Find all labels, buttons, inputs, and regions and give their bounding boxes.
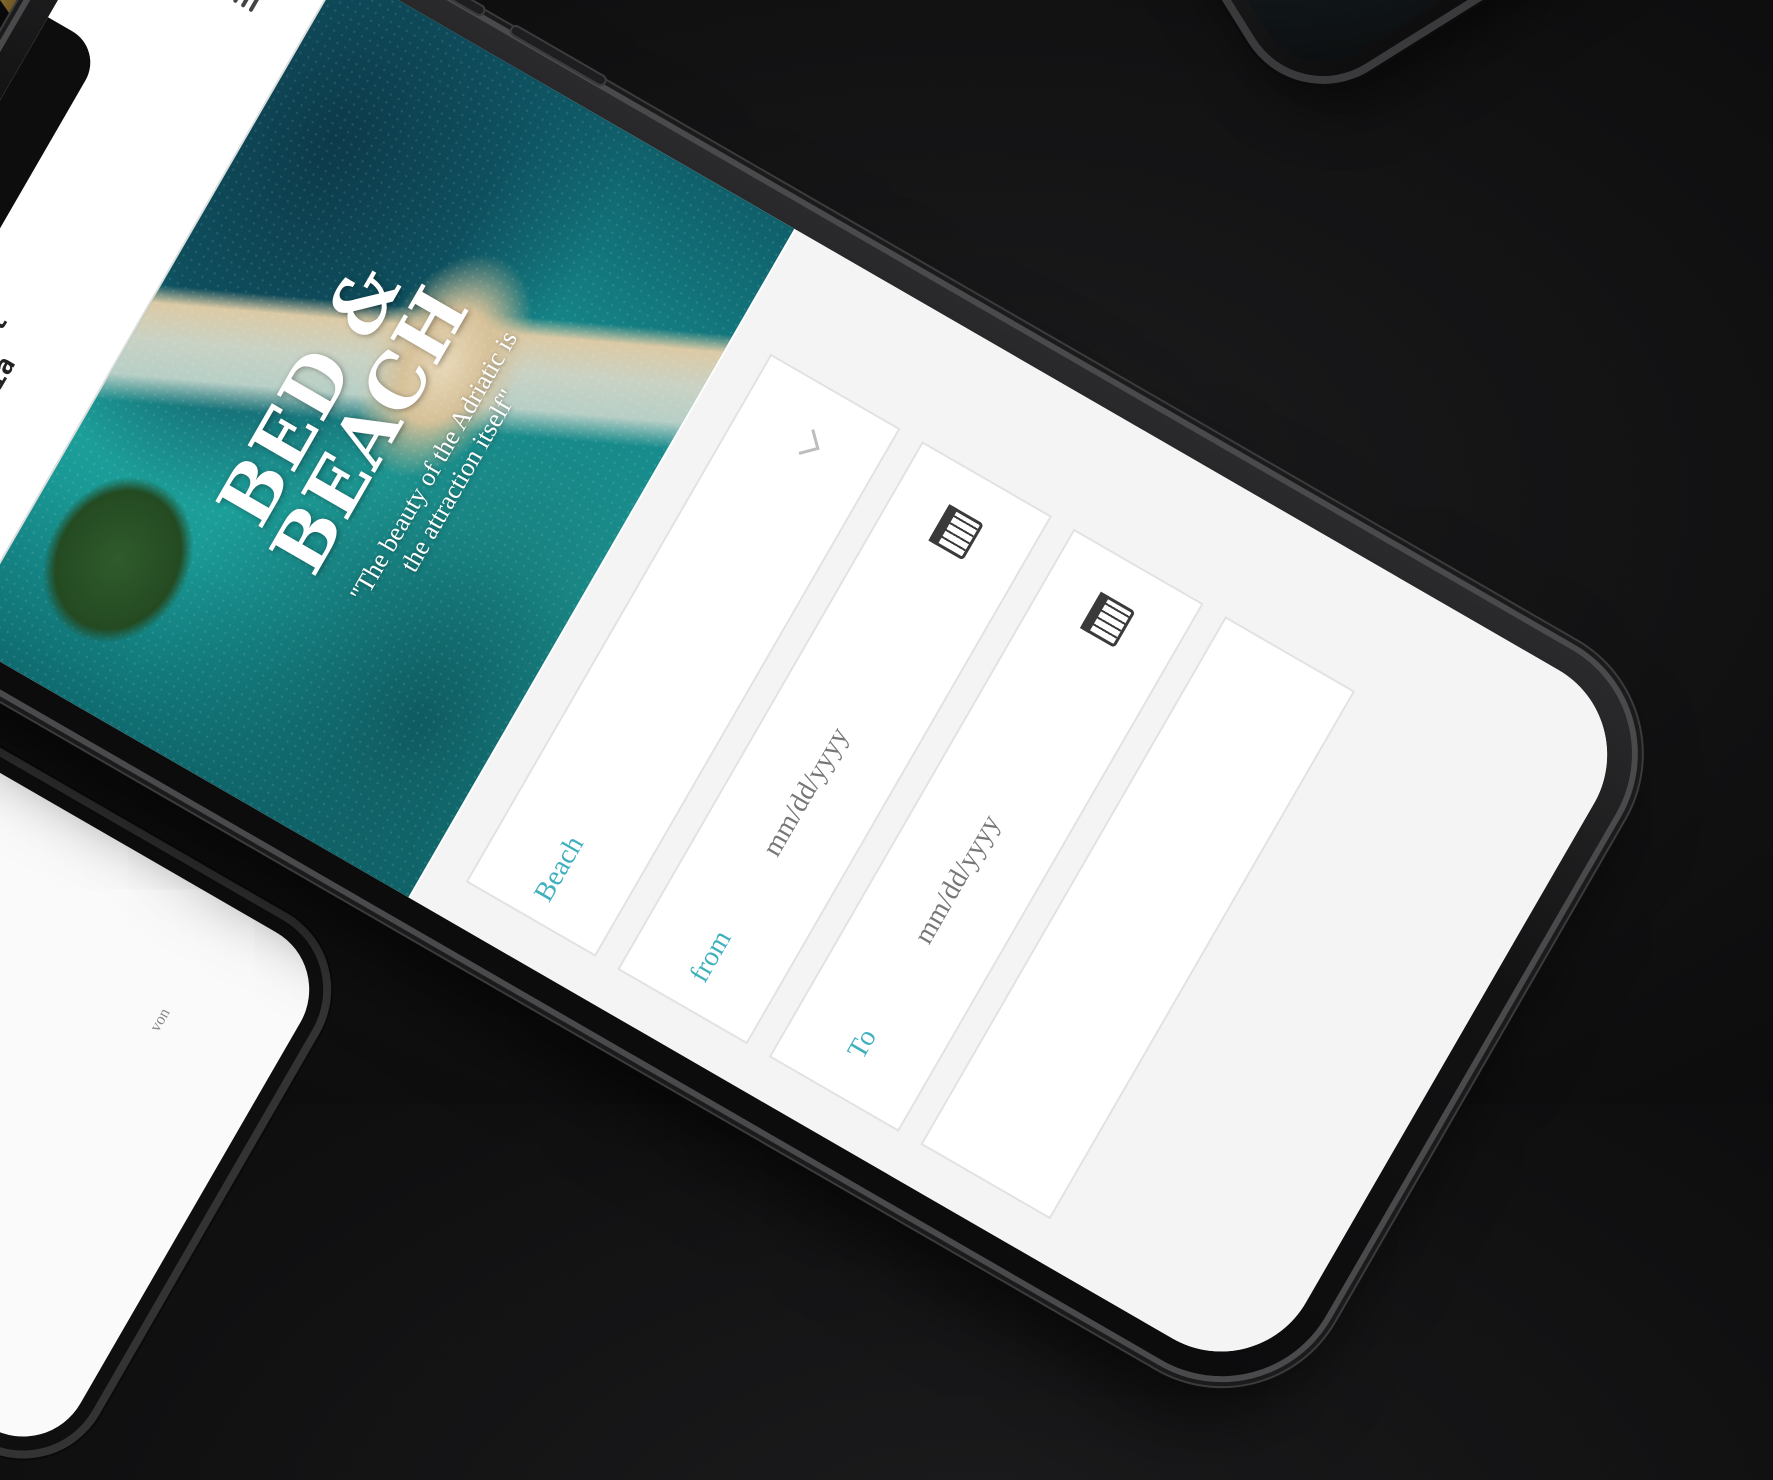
phone-screen: Bed & Breakfast Croatia BED & BEACH "The… — [0, 0, 1643, 1388]
background-phone-screen — [1094, 0, 1773, 87]
hero-title-line-2: BEACH — [254, 272, 488, 589]
chevron-down-icon — [793, 429, 820, 455]
from-date-placeholder: mm/dd/yyyy — [756, 722, 855, 862]
background-phone-text: von — [146, 1005, 174, 1035]
calendar-icon[interactable] — [1079, 591, 1136, 649]
background-phone-top-right — [1075, 0, 1773, 107]
calendar-icon[interactable] — [928, 504, 984, 561]
logo-text: Bed & Breakfast Croatia — [0, 242, 69, 466]
from-label: from — [683, 925, 738, 988]
main-phone: Bed & Breakfast Croatia BED & BEACH "The… — [0, 0, 1676, 1421]
hamburger-menu-icon[interactable] — [232, 0, 265, 13]
destination-label: Beach — [528, 830, 591, 907]
to-label: To — [841, 1023, 883, 1065]
to-date-placeholder: mm/dd/yyyy — [908, 809, 1007, 950]
